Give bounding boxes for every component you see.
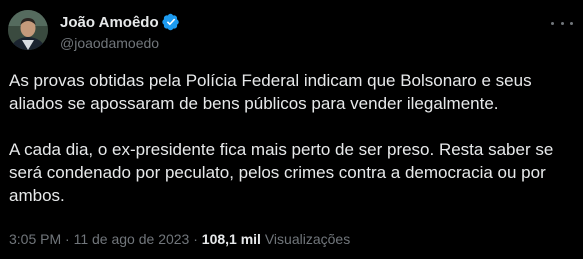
- author-display-name[interactable]: João Amoêdo: [60, 14, 159, 31]
- tweet-time[interactable]: 3:05 PM: [9, 231, 61, 247]
- views-label: Visualizações: [264, 231, 351, 247]
- avatar-photo: [8, 10, 48, 50]
- more-options-icon[interactable]: [551, 14, 573, 32]
- tweet-text: As provas obtidas pela Polícia Federal i…: [9, 69, 574, 207]
- author-names: João Amoêdo @joaodamoedo: [60, 12, 180, 51]
- tweet-date[interactable]: 11 de ago de 2023: [74, 231, 190, 247]
- author-handle[interactable]: @joaodamoedo: [60, 35, 180, 51]
- avatar[interactable]: [8, 10, 48, 50]
- tweet-header: João Amoêdo @joaodamoedo: [8, 10, 575, 58]
- verified-badge-icon: [161, 13, 180, 31]
- views-count[interactable]: 108,1 mil: [202, 231, 261, 247]
- tweet-paragraph-1: As provas obtidas pela Polícia Federal i…: [9, 71, 532, 113]
- tweet-meta: 3:05 PM · 11 de ago de 2023 · 108,1 mil …: [9, 231, 350, 247]
- meta-separator-2: ·: [193, 231, 198, 247]
- meta-separator: ·: [65, 231, 70, 247]
- tweet: João Amoêdo @joaodamoedo As provas obtid…: [0, 0, 583, 259]
- tweet-paragraph-2: A cada dia, o ex-presidente fica mais pe…: [9, 140, 554, 205]
